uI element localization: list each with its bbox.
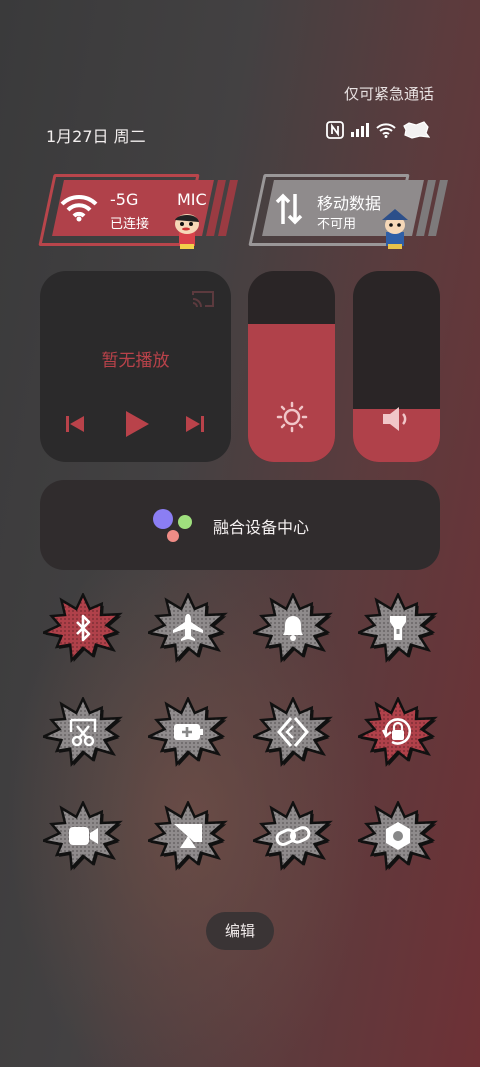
- nfc-icon: [326, 121, 344, 139]
- toggle-screen-record[interactable]: [43, 801, 123, 871]
- toggle-airplane[interactable]: [148, 593, 228, 663]
- nearby-share-icon: [253, 697, 333, 767]
- volume-icon: [383, 407, 407, 431]
- brightness-icon: [276, 401, 308, 433]
- toggle-nearby-share[interactable]: [253, 697, 333, 767]
- date-text: 1月27日 周二: [46, 127, 146, 146]
- screen-record-icon: [43, 801, 123, 871]
- wifi-status: 已连接: [110, 217, 150, 232]
- flashlight-icon: [358, 593, 438, 663]
- toggle-screencast[interactable]: [148, 801, 228, 871]
- previous-track-icon[interactable]: [65, 414, 85, 434]
- settings-icon: [358, 801, 438, 871]
- battery-icon: [403, 121, 430, 139]
- bluetooth-icon: [43, 593, 123, 663]
- toggle-link[interactable]: [253, 801, 333, 871]
- fusion-label: 融合设备中心: [213, 518, 310, 537]
- battery-saver-icon: [148, 697, 228, 767]
- volume-slider[interactable]: [353, 271, 440, 462]
- link-icon: [253, 801, 333, 871]
- toggle-screenshot[interactable]: [43, 697, 123, 767]
- screencast-icon: [148, 801, 228, 871]
- media-status-text: 暂无播放: [101, 351, 170, 371]
- wifi-name: -5G: [110, 190, 139, 209]
- toggle-battery-saver[interactable]: [148, 697, 228, 767]
- emergency-call-text: 仅可紧急通话: [343, 85, 434, 103]
- wifi-icon: [60, 194, 98, 222]
- signal-icon: [351, 123, 369, 137]
- toggle-bluetooth[interactable]: [43, 593, 123, 663]
- brightness-slider[interactable]: [248, 271, 335, 462]
- mobile-data-tile[interactable]: 移动数据 不可用: [248, 170, 450, 250]
- mobile-data-title: 移动数据: [317, 194, 382, 213]
- edit-button[interactable]: 编辑: [206, 912, 274, 950]
- play-icon[interactable]: [124, 410, 150, 438]
- fusion-dots-icon: [153, 509, 192, 542]
- airplane-icon: [148, 593, 228, 663]
- screenshot-icon: [43, 697, 123, 767]
- wifi-icon: [376, 123, 396, 138]
- toggle-settings[interactable]: [358, 801, 438, 871]
- mobile-data-status: 不可用: [317, 217, 357, 232]
- wifi-tile[interactable]: -5G MIC 已连接: [38, 170, 240, 250]
- wifi-name-extra: MIC: [177, 190, 207, 209]
- cartoon-character-icon: [175, 214, 199, 249]
- rotation-lock-icon: [358, 697, 438, 767]
- toggle-flashlight[interactable]: [358, 593, 438, 663]
- next-track-icon[interactable]: [185, 414, 205, 434]
- brightness-fill: [248, 324, 335, 462]
- status-icons: [326, 121, 430, 139]
- cartoon-character-icon: [382, 209, 408, 249]
- fusion-device-center[interactable]: 融合设备中心: [40, 480, 440, 570]
- cast-icon[interactable]: [191, 289, 215, 309]
- bell-icon: [253, 593, 333, 663]
- data-transfer-icon: [275, 193, 303, 225]
- media-player-card[interactable]: 暂无播放: [40, 271, 231, 462]
- toggle-bell[interactable]: [253, 593, 333, 663]
- toggle-rotation-lock[interactable]: [358, 697, 438, 767]
